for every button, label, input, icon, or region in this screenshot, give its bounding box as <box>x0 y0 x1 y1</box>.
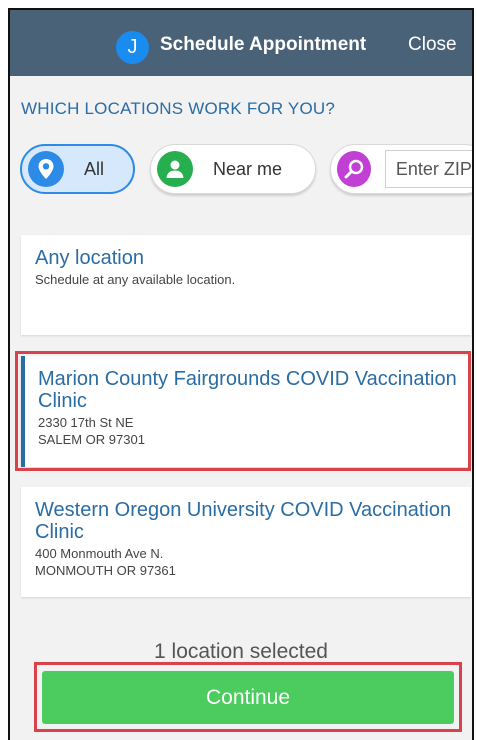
location-address-street: 400 Monmouth Ave N. <box>35 546 164 561</box>
filter-all-label: All <box>84 158 105 179</box>
header-bar: J Schedule Appointment Close <box>10 10 472 76</box>
page-title: Schedule Appointment <box>160 34 367 55</box>
close-button[interactable]: Close <box>408 34 457 56</box>
location-card-any[interactable]: Any location Schedule at any available l… <box>21 235 471 335</box>
location-name: Any location <box>35 247 144 269</box>
location-name: Western Oregon University COVID Vaccinat… <box>35 499 452 543</box>
location-address-city: SALEM OR 97301 <box>38 432 145 447</box>
selection-status: 1 location selected <box>154 640 328 663</box>
location-address-city: MONMOUTH OR 97361 <box>35 563 176 578</box>
location-card-marion[interactable]: Marion County Fairgrounds COVID Vaccinat… <box>21 356 471 467</box>
search-icon <box>337 151 371 187</box>
zip-input[interactable]: Enter ZIP <box>384 150 472 188</box>
filter-zip: Enter ZIP <box>330 144 472 194</box>
location-address-street: 2330 17th St NE <box>38 415 134 430</box>
person-icon <box>157 151 193 187</box>
user-avatar[interactable]: J <box>116 31 149 64</box>
location-filters: All Near me Enter ZIP <box>10 144 472 200</box>
location-card-western-oregon[interactable]: Western Oregon University COVID Vaccinat… <box>21 487 471 597</box>
location-pin-icon <box>28 151 64 187</box>
filter-near-me-label: Near me <box>213 158 283 179</box>
filter-all-button[interactable]: All <box>20 144 135 194</box>
location-name: Marion County Fairgrounds COVID Vaccinat… <box>38 368 457 412</box>
continue-button[interactable]: Continue <box>42 671 454 724</box>
app-frame: J Schedule Appointment Close WHICH LOCAT… <box>8 8 474 740</box>
filter-near-me-button[interactable]: Near me <box>150 144 316 194</box>
locations-question: WHICH LOCATIONS WORK FOR YOU? <box>21 99 336 118</box>
location-description: Schedule at any available location. <box>35 272 236 287</box>
